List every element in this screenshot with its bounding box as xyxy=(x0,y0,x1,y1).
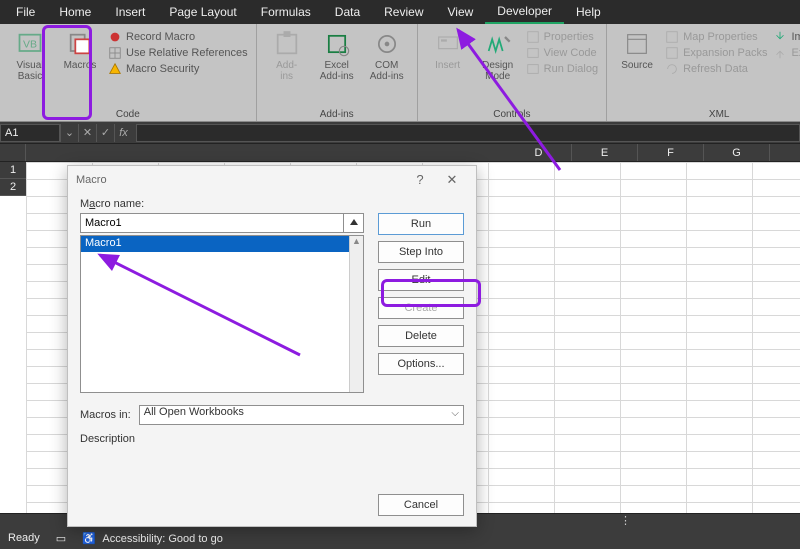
group-title-code: Code xyxy=(8,107,248,120)
ribbon-group-xml: Source Map Properties Expansion Packs Re… xyxy=(607,24,800,121)
macros-label: Macros xyxy=(64,60,97,71)
namebox-dropdown[interactable]: ⌄ xyxy=(60,124,78,142)
column-header[interactable]: D xyxy=(506,144,572,161)
macros-in-combo[interactable]: All Open Workbooks xyxy=(139,405,464,425)
dialog-title: Macro xyxy=(76,174,404,186)
map-properties-button[interactable]: Map Properties xyxy=(665,30,767,44)
formula-input[interactable] xyxy=(136,124,800,142)
properties-icon xyxy=(526,30,540,44)
map-icon xyxy=(665,30,679,44)
design-mode-button[interactable]: DesignMode xyxy=(476,28,520,82)
tab-view[interactable]: View xyxy=(436,1,486,23)
description-label: Description xyxy=(80,433,464,445)
create-button: Create xyxy=(378,297,464,319)
ribbon-group-controls: Insert DesignMode Properties View Code R… xyxy=(418,24,607,121)
addins-button[interactable]: Add-ins xyxy=(265,28,309,82)
formula-bar: A1 ⌄ ✕ ✓ fx xyxy=(0,122,800,144)
name-box[interactable]: A1 xyxy=(0,124,60,142)
fx-icon[interactable]: fx xyxy=(114,124,132,142)
pack-icon xyxy=(665,46,679,60)
import-button[interactable]: Import xyxy=(773,30,800,44)
dialog-icon xyxy=(526,62,540,76)
column-headers: D E F G xyxy=(0,144,800,162)
step-into-button[interactable]: Step Into xyxy=(378,241,464,263)
tab-help[interactable]: Help xyxy=(564,1,613,23)
record-macro-button[interactable]: Record Macro xyxy=(108,30,248,44)
status-bar: Ready ▭ ♿ Accessibility: Good to go xyxy=(0,527,800,549)
tab-data[interactable]: Data xyxy=(323,1,372,23)
macro-list-item[interactable]: Macro1 xyxy=(81,236,363,252)
ribbon: VB VisualBasic Macros Record Macro Use R… xyxy=(0,24,800,122)
macros-button[interactable]: Macros xyxy=(58,28,102,71)
status-indicator-icon: ▭ xyxy=(56,532,66,545)
group-title-addins: Add-ins xyxy=(265,107,409,120)
column-header[interactable]: F xyxy=(638,144,704,161)
grid-icon xyxy=(108,46,122,60)
edit-button[interactable]: Edit xyxy=(378,269,464,291)
tab-file[interactable]: File xyxy=(4,1,47,23)
macro-name-label: Macro name: xyxy=(80,198,464,210)
refresh-data-button[interactable]: Refresh Data xyxy=(665,62,767,76)
tab-formulas[interactable]: Formulas xyxy=(249,1,323,23)
options-button[interactable]: Options... xyxy=(378,353,464,375)
delete-button[interactable]: Delete xyxy=(378,325,464,347)
warning-icon xyxy=(108,62,122,76)
cancel-button[interactable]: Cancel xyxy=(378,494,464,516)
column-header[interactable]: G xyxy=(704,144,770,161)
group-title-controls: Controls xyxy=(426,107,598,120)
row-header[interactable]: 2 xyxy=(0,179,26,196)
excel-addins-button[interactable]: ExcelAdd-ins xyxy=(315,28,359,82)
tab-page-layout[interactable]: Page Layout xyxy=(157,1,248,23)
accessibility-icon: ♿ xyxy=(82,533,96,545)
macro-dialog: Macro ? ✕ Macro name: Macro1 ▲ Run Ste xyxy=(67,165,477,527)
use-relative-refs-button[interactable]: Use Relative References xyxy=(108,46,248,60)
run-dialog-button[interactable]: Run Dialog xyxy=(526,62,598,76)
macro-security-button[interactable]: Macro Security xyxy=(108,62,248,76)
tab-home[interactable]: Home xyxy=(47,1,103,23)
expansion-packs-button[interactable]: Expansion Packs xyxy=(665,46,767,60)
import-icon xyxy=(773,30,787,44)
macros-in-label: Macros in: xyxy=(80,409,131,421)
up-arrow-icon xyxy=(349,218,359,228)
tab-review[interactable]: Review xyxy=(372,1,435,23)
macro-listbox[interactable]: Macro1 ▲ xyxy=(80,235,364,393)
tab-developer[interactable]: Developer xyxy=(485,0,564,24)
status-accessibility[interactable]: ♿ Accessibility: Good to go xyxy=(82,532,223,545)
ribbon-group-code: VB VisualBasic Macros Record Macro Use R… xyxy=(0,24,257,121)
source-button[interactable]: Source xyxy=(615,28,659,71)
row-header[interactable]: 1 xyxy=(0,162,26,179)
svg-text:VB: VB xyxy=(23,39,37,51)
listbox-scrollbar[interactable]: ▲ xyxy=(349,236,363,392)
dialog-help-button[interactable]: ? xyxy=(404,168,436,192)
ribbon-group-addins: Add-ins ExcelAdd-ins COMAdd-ins Add-ins xyxy=(257,24,418,121)
record-icon xyxy=(108,30,122,44)
cancel-formula-icon[interactable]: ✕ xyxy=(78,124,96,142)
export-icon xyxy=(773,46,787,60)
insert-control-button[interactable]: Insert xyxy=(426,28,470,71)
run-button[interactable]: Run xyxy=(378,213,464,235)
refresh-icon xyxy=(665,62,679,76)
enter-formula-icon[interactable]: ✓ xyxy=(96,124,114,142)
dialog-titlebar[interactable]: Macro ? ✕ xyxy=(68,166,476,194)
visual-basic-label: VisualBasic xyxy=(16,60,43,82)
macro-name-go-button[interactable] xyxy=(344,213,364,233)
tab-insert[interactable]: Insert xyxy=(103,1,157,23)
group-title-xml: XML xyxy=(615,107,800,120)
export-button[interactable]: Export xyxy=(773,46,800,60)
macro-name-input[interactable] xyxy=(80,213,344,233)
properties-button[interactable]: Properties xyxy=(526,30,598,44)
code-icon xyxy=(526,46,540,60)
column-header[interactable]: E xyxy=(572,144,638,161)
dialog-close-button[interactable]: ✕ xyxy=(436,168,468,192)
row-headers: 1 2 xyxy=(0,162,26,196)
view-code-button[interactable]: View Code xyxy=(526,46,598,60)
status-ready: Ready xyxy=(8,532,40,544)
visual-basic-button[interactable]: VB VisualBasic xyxy=(8,28,52,82)
com-addins-button[interactable]: COMAdd-ins xyxy=(365,28,409,82)
menu-tabs: File Home Insert Page Layout Formulas Da… xyxy=(0,0,800,24)
